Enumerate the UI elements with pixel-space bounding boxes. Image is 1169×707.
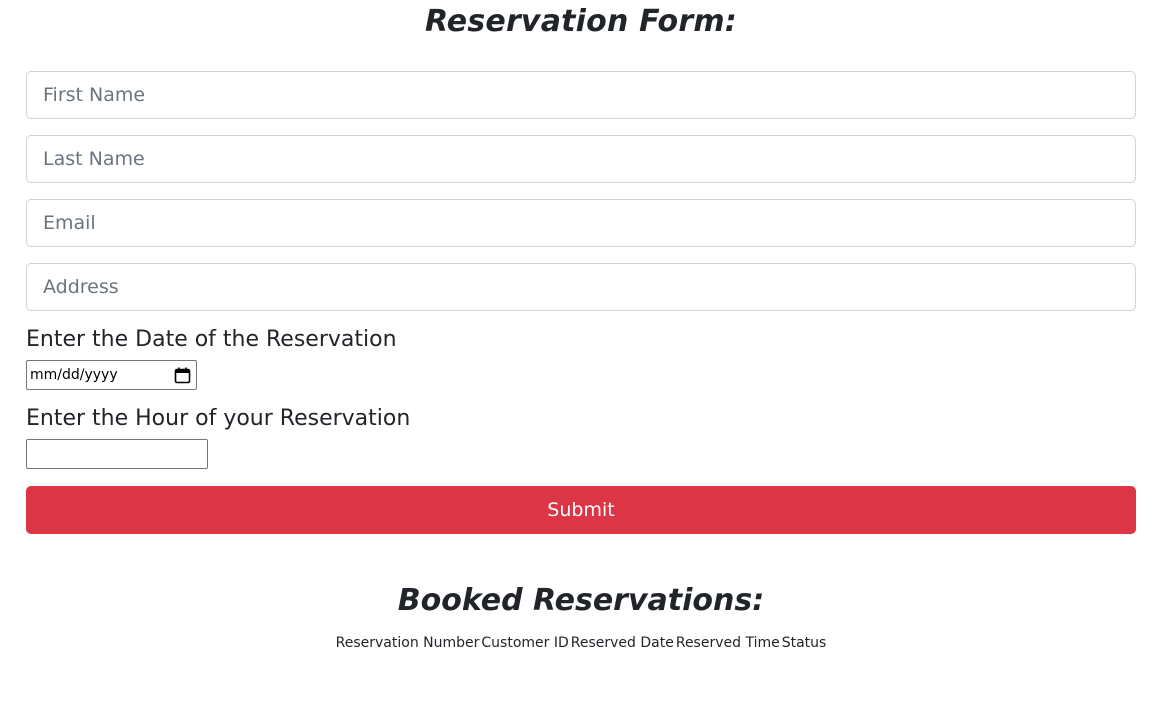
date-input[interactable]: mm/dd/yyyy [26, 360, 197, 390]
column-header-reserved-time: Reserved Time [675, 635, 780, 651]
column-header-status: Status [781, 635, 827, 651]
hour-input[interactable] [26, 439, 208, 469]
column-header-customer-id: Customer ID [481, 635, 569, 651]
last-name-input[interactable] [26, 135, 1136, 183]
column-header-reservation-number: Reservation Number [335, 635, 480, 651]
calendar-icon[interactable] [174, 367, 191, 384]
address-input[interactable] [26, 263, 1136, 311]
reservation-form: Enter the Date of the Reservation mm/dd/… [26, 71, 1136, 534]
table-header-row: Reservation Number Customer ID Reserved … [335, 633, 828, 653]
date-input-placeholder: mm/dd/yyyy [30, 367, 118, 383]
hour-label: Enter the Hour of your Reservation [26, 406, 411, 431]
column-header-reserved-date: Reserved Date [570, 635, 674, 651]
reservation-page: Reservation Form: Enter the Date of the … [0, 0, 1169, 707]
booked-reservations-title: Booked Reservations: [397, 583, 765, 618]
email-input[interactable] [26, 199, 1136, 247]
date-label: Enter the Date of the Reservation [26, 327, 397, 352]
form-title: Reservation Form: [424, 4, 737, 39]
first-name-input[interactable] [26, 71, 1136, 119]
reservations-table: Reservation Number Customer ID Reserved … [335, 633, 828, 653]
submit-button[interactable]: Submit [26, 486, 1136, 534]
